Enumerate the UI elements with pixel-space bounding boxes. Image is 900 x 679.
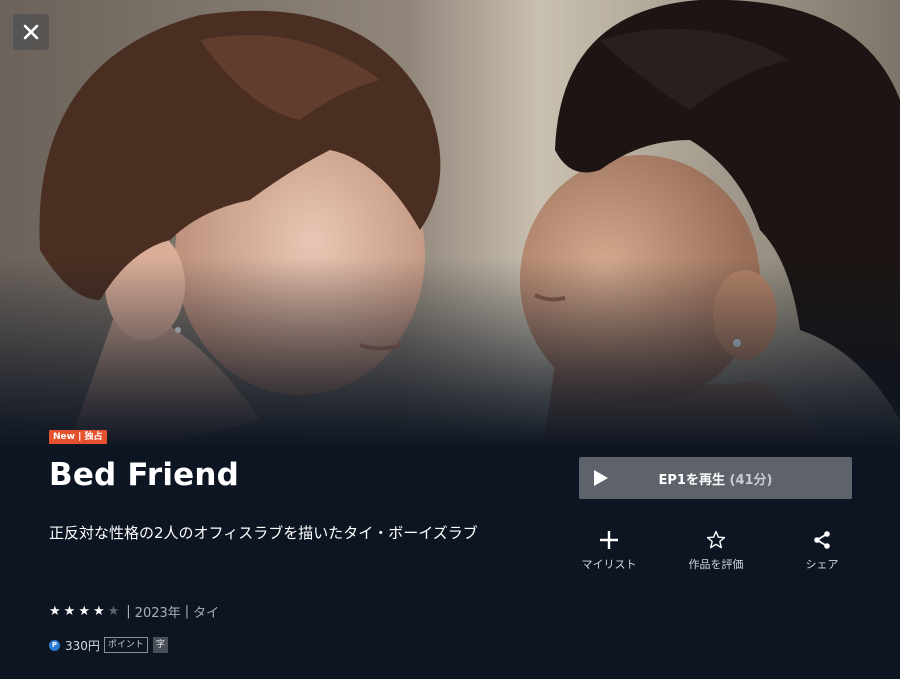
star-empty-icon: ★: [107, 603, 120, 619]
play-duration: (41分): [729, 472, 773, 488]
share-label: シェア: [805, 558, 839, 571]
price: 330円: [65, 638, 100, 653]
meta-row: ★ ★ ★ ★ ★ | 2023年 | タイ: [49, 602, 220, 621]
country: タイ: [193, 605, 220, 621]
close-icon: [23, 24, 39, 40]
rating-stars: ★ ★ ★ ★ ★: [49, 604, 122, 619]
play-button-label: EP1を再生 (41分): [579, 469, 852, 488]
star-filled-icon: ★: [92, 603, 105, 619]
hero-image: [0, 0, 900, 679]
rate-label: 作品を評価: [688, 558, 744, 571]
release-year: 2023年: [134, 605, 181, 621]
star-filled-icon: ★: [49, 603, 61, 619]
price-row: P 330円 ポイント 字: [49, 635, 168, 655]
star-filled-icon: ★: [63, 603, 76, 619]
point-icon: P: [49, 639, 60, 651]
play-label-text: EP1を再生: [658, 472, 725, 488]
new-exclusive-badge: New | 独占: [49, 430, 107, 444]
plus-icon: [600, 531, 618, 549]
star-outline-icon: [706, 530, 726, 549]
mylist-label: マイリスト: [581, 558, 637, 571]
subtitle-tag: 字: [152, 637, 168, 653]
star-filled-icon: ★: [78, 603, 90, 619]
share-icon: [814, 531, 830, 549]
meta-separator: |: [126, 603, 131, 619]
share-button[interactable]: シェア: [782, 530, 862, 572]
page-title: Bed Friend: [49, 457, 240, 493]
point-tag: ポイント: [103, 637, 148, 653]
rate-button[interactable]: 作品を評価: [676, 530, 756, 572]
description: 正反対な性格の2人のオフィスラブを描いたタイ・ボーイズラブ: [49, 524, 478, 542]
close-button[interactable]: [13, 14, 49, 50]
meta-separator: |: [184, 603, 190, 619]
mylist-button[interactable]: マイリスト: [569, 530, 649, 572]
play-episode-button[interactable]: EP1を再生 (41分): [579, 457, 852, 499]
